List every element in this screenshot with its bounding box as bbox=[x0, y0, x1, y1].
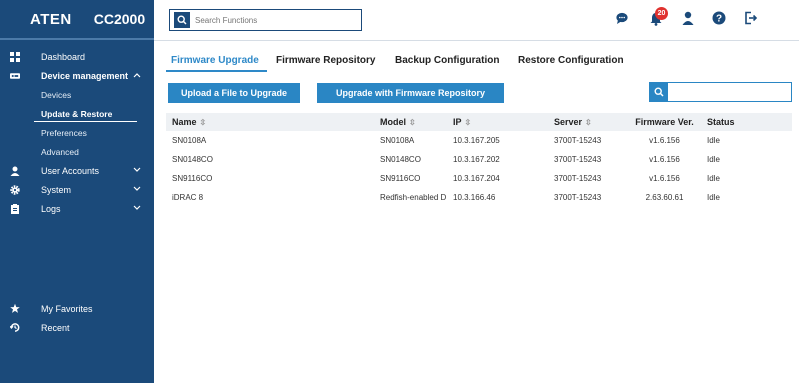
column-header-server[interactable]: Server ⇳ bbox=[548, 113, 628, 131]
cell-ip: 10.3.167.202 bbox=[453, 155, 500, 164]
sidebar-item-label: Device management bbox=[41, 70, 129, 81]
column-header-ip[interactable]: IP ⇳ bbox=[447, 113, 548, 131]
tab-firmware-repository[interactable]: Firmware Repository bbox=[276, 55, 375, 66]
sidebar-subitem-advanced[interactable]: Advanced bbox=[0, 142, 154, 161]
cell-status: Idle bbox=[707, 136, 720, 145]
cell-firmware-ver: 2.63.60.61 bbox=[645, 193, 684, 202]
cell-model: Redfish-enabled D bbox=[380, 193, 447, 202]
sidebar-item-recent[interactable]: Recent bbox=[0, 318, 154, 337]
product-model: CC2000 bbox=[93, 11, 146, 27]
sort-icon[interactable]: ⇳ bbox=[465, 118, 472, 127]
column-header-status: Status bbox=[707, 117, 735, 127]
table-row[interactable]: iDRAC 8 Redfish-enabled D 10.3.166.46 37… bbox=[166, 188, 792, 207]
user-icon[interactable] bbox=[682, 11, 694, 30]
tab-firmware-upgrade[interactable]: Firmware Upgrade bbox=[171, 55, 259, 66]
table-row[interactable]: SN9116CO SN9116CO 10.3.167.204 3700T-152… bbox=[166, 169, 792, 188]
chevron-down-icon bbox=[133, 166, 141, 175]
sidebar-item-my-favorites[interactable]: My Favorites bbox=[0, 299, 154, 318]
cell-model: SN0108A bbox=[380, 136, 415, 145]
search-icon[interactable] bbox=[650, 83, 668, 101]
chevron-down-icon bbox=[133, 204, 141, 213]
notification-badge: 20 bbox=[655, 7, 668, 20]
tab-backup-configuration[interactable]: Backup Configuration bbox=[395, 55, 499, 66]
device-table: Name ⇳ Model ⇳ IP ⇳ Server ⇳ Firmware Ver. S… bbox=[166, 113, 792, 207]
table-search-input[interactable] bbox=[671, 87, 791, 97]
cell-server: 3700T-15243 bbox=[554, 193, 602, 202]
tab-bar: Firmware Upgrade Firmware Repository Bac… bbox=[154, 41, 799, 72]
chevron-up-icon bbox=[133, 71, 141, 80]
svg-text:?: ? bbox=[716, 14, 722, 25]
history-icon bbox=[10, 323, 20, 333]
column-header-model[interactable]: Model ⇳ bbox=[374, 113, 447, 131]
cell-model: SN9116CO bbox=[380, 174, 421, 183]
star-icon bbox=[10, 303, 20, 314]
sidebar-nav: Dashboard Device management Devices Upda… bbox=[0, 47, 154, 218]
upload-file-button[interactable]: Upload a File to Upgrade bbox=[168, 83, 300, 103]
sidebar-subitem-preferences[interactable]: Preferences bbox=[0, 123, 154, 142]
cell-server: 3700T-15243 bbox=[554, 174, 602, 183]
sidebar-subitem-devices[interactable]: Devices bbox=[0, 85, 154, 104]
device-management-icon bbox=[10, 71, 20, 81]
cell-server: 3700T-15243 bbox=[554, 136, 602, 145]
sidebar-item-system[interactable]: System bbox=[0, 180, 154, 199]
cell-ip: 10.3.167.205 bbox=[453, 136, 500, 145]
search-icon[interactable] bbox=[174, 12, 190, 28]
sort-icon[interactable]: ⇳ bbox=[409, 118, 416, 127]
cell-ip: 10.3.167.204 bbox=[453, 174, 500, 183]
aten-logo: ATEN bbox=[30, 10, 72, 28]
cell-name: SN9116CO bbox=[172, 174, 213, 183]
sort-icon[interactable]: ⇳ bbox=[585, 118, 592, 127]
bell-icon[interactable]: 20 bbox=[648, 7, 670, 30]
cell-name: iDRAC 8 bbox=[172, 193, 204, 202]
help-icon[interactable]: ? bbox=[712, 11, 726, 30]
column-header-firmware-ver: Firmware Ver. bbox=[635, 117, 694, 127]
sidebar-item-label: Recent bbox=[41, 322, 70, 333]
cell-ip: 10.3.166.46 bbox=[453, 193, 496, 202]
sidebar: ATEN CC2000 Dashboard Device management … bbox=[0, 0, 154, 383]
sidebar-item-label: My Favorites bbox=[41, 303, 93, 314]
clipboard-icon bbox=[10, 203, 20, 214]
table-row[interactable]: SN0148CO SN0148CO 10.3.167.202 3700T-152… bbox=[166, 150, 792, 169]
sidebar-bottom-nav: My Favorites Recent bbox=[0, 299, 154, 337]
sidebar-item-label: Logs bbox=[41, 203, 61, 214]
sidebar-item-label: User Accounts bbox=[41, 165, 100, 176]
cell-status: Idle bbox=[707, 174, 720, 183]
cell-firmware-ver: v1.6.156 bbox=[649, 155, 680, 164]
sidebar-item-label: Dashboard bbox=[41, 51, 86, 62]
chat-icon[interactable] bbox=[615, 11, 629, 30]
top-bar: 20 ? bbox=[154, 0, 799, 41]
cell-status: Idle bbox=[707, 155, 720, 164]
cell-name: SN0148CO bbox=[172, 155, 213, 164]
table-header-row: Name ⇳ Model ⇳ IP ⇳ Server ⇳ Firmware Ver. S… bbox=[166, 113, 792, 131]
column-header-name[interactable]: Name ⇳ bbox=[166, 113, 374, 131]
gear-icon bbox=[10, 184, 20, 195]
sidebar-item-label: System bbox=[41, 184, 72, 195]
logout-icon[interactable] bbox=[744, 11, 758, 30]
sidebar-item-user-accounts[interactable]: User Accounts bbox=[0, 161, 154, 180]
brand-bar: ATEN CC2000 bbox=[0, 0, 154, 40]
function-search[interactable] bbox=[169, 9, 362, 31]
upgrade-with-repository-button[interactable]: Upgrade with Firmware Repository bbox=[317, 83, 504, 103]
sidebar-item-device-management[interactable]: Device management bbox=[0, 66, 154, 85]
cell-firmware-ver: v1.6.156 bbox=[649, 136, 680, 145]
user-icon bbox=[10, 166, 20, 176]
tab-restore-configuration[interactable]: Restore Configuration bbox=[518, 55, 624, 66]
cell-firmware-ver: v1.6.156 bbox=[649, 174, 680, 183]
cell-model: SN0148CO bbox=[380, 155, 421, 164]
chevron-down-icon bbox=[133, 185, 141, 194]
app-window: ATEN CC2000 Dashboard Device management … bbox=[0, 0, 799, 383]
sidebar-item-logs[interactable]: Logs bbox=[0, 199, 154, 218]
cell-status: Idle bbox=[707, 193, 720, 202]
table-row[interactable]: SN0108A SN0108A 10.3.167.205 3700T-15243… bbox=[166, 131, 792, 150]
sidebar-item-dashboard[interactable]: Dashboard bbox=[0, 47, 154, 66]
search-input[interactable] bbox=[195, 15, 355, 25]
sort-icon[interactable]: ⇳ bbox=[200, 118, 207, 127]
cell-server: 3700T-15243 bbox=[554, 155, 602, 164]
dashboard-icon bbox=[10, 51, 20, 62]
table-search[interactable] bbox=[649, 82, 792, 102]
main-content: Firmware Upgrade Firmware Repository Bac… bbox=[154, 41, 799, 383]
cell-name: SN0108A bbox=[172, 136, 207, 145]
sidebar-subitem-update-restore[interactable]: Update & Restore bbox=[0, 104, 154, 123]
active-tab-indicator bbox=[166, 70, 267, 72]
